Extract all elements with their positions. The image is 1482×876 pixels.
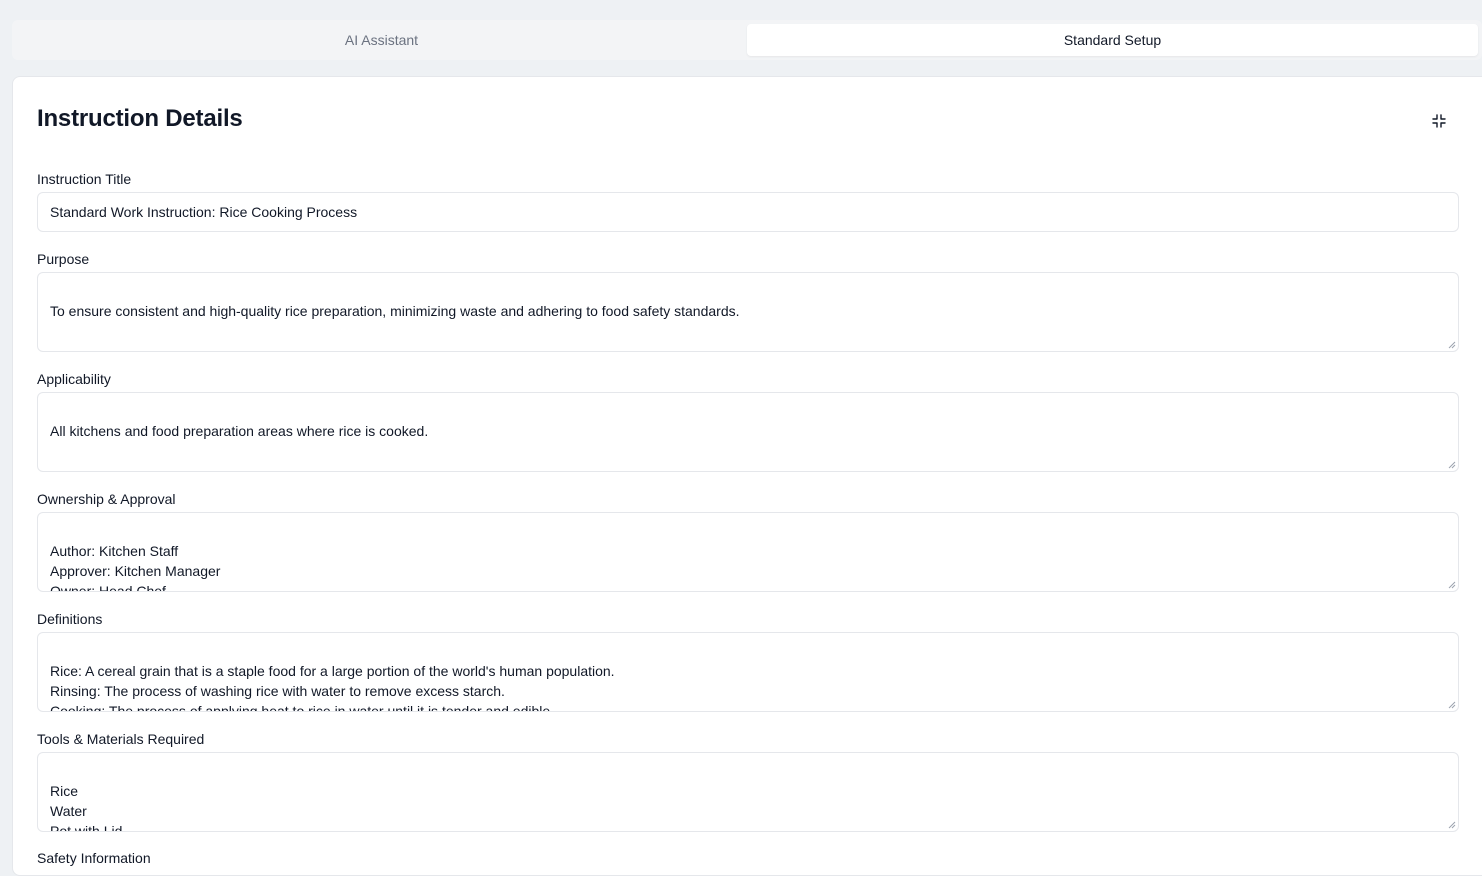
purpose-label: Purpose (37, 251, 90, 267)
collapse-button[interactable] (1427, 109, 1451, 133)
tools-field: Tools & Materials Required Rice Water Po… (37, 729, 1459, 832)
definitions-field: Definitions Rice: A cereal grain that is… (37, 609, 1459, 712)
definitions-text: Rice: A cereal grain that is a staple fo… (50, 663, 615, 712)
instruction-title-label: Instruction Title (37, 171, 132, 187)
applicability-textarea[interactable]: All kitchens and food preparation areas … (37, 392, 1459, 472)
applicability-label: Applicability (37, 371, 111, 387)
top-strip (0, 0, 1482, 14)
definitions-label: Definitions (37, 611, 103, 627)
card-title: Instruction Details (37, 105, 243, 132)
resize-grip-icon[interactable] (1447, 700, 1456, 709)
purpose-textarea[interactable]: To ensure consistent and high-quality ri… (37, 272, 1459, 352)
ownership-textarea[interactable]: Author: Kitchen Staff Approver: Kitchen … (37, 512, 1459, 592)
instruction-details-card: Instruction Details Instruction Title St… (12, 76, 1482, 876)
purpose-text: To ensure consistent and high-quality ri… (50, 303, 740, 319)
instruction-title-input[interactable]: Standard Work Instruction: Rice Cooking … (37, 192, 1459, 232)
tools-text: Rice Water Pot with Lid Measuring Cup (50, 783, 123, 832)
tools-textarea[interactable]: Rice Water Pot with Lid Measuring Cup (37, 752, 1459, 832)
applicability-text: All kitchens and food preparation areas … (50, 423, 429, 439)
resize-grip-icon[interactable] (1447, 580, 1456, 589)
resize-grip-icon[interactable] (1447, 340, 1456, 349)
ownership-label: Ownership & Approval (37, 491, 176, 507)
definitions-textarea[interactable]: Rice: A cereal grain that is a staple fo… (37, 632, 1459, 712)
resize-grip-icon[interactable] (1447, 820, 1456, 829)
minimize-icon (1432, 114, 1446, 128)
ownership-field: Ownership & Approval Author: Kitchen Sta… (37, 489, 1459, 592)
safety-label: Safety Information (37, 850, 151, 866)
ownership-text: Author: Kitchen Staff Approver: Kitchen … (50, 543, 221, 592)
tab-ai-assistant[interactable]: AI Assistant (16, 24, 747, 56)
tools-label: Tools & Materials Required (37, 731, 205, 747)
purpose-field: Purpose To ensure consistent and high-qu… (37, 249, 1459, 352)
applicability-field: Applicability All kitchens and food prep… (37, 369, 1459, 472)
resize-grip-icon[interactable] (1447, 460, 1456, 469)
instruction-title-field: Instruction Title Standard Work Instruct… (37, 169, 1459, 232)
tab-standard-setup[interactable]: Standard Setup (747, 24, 1478, 56)
tab-list: AI Assistant Standard Setup (12, 20, 1482, 60)
